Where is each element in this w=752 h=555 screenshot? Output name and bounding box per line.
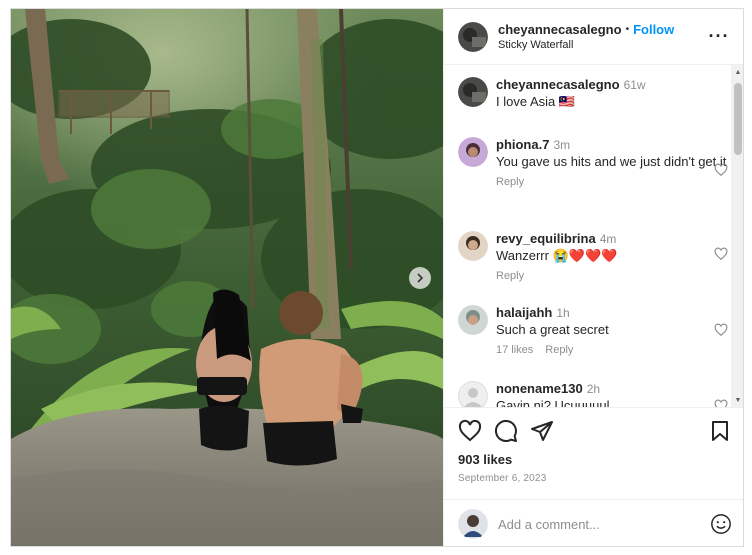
- more-options-icon[interactable]: ···: [707, 26, 731, 47]
- post-date[interactable]: September 6, 2023: [458, 473, 732, 484]
- list-item: revy_equilibrina 4m Wanzerrr 😭❤️❤️❤️ Repl…: [458, 231, 728, 282]
- heart-icon[interactable]: [714, 399, 728, 407]
- chevron-right-icon: [417, 273, 424, 283]
- comment-text: Such a great secret: [496, 322, 609, 337]
- avatar[interactable]: [458, 77, 488, 107]
- avatar[interactable]: [458, 137, 488, 167]
- comment-time[interactable]: 61w: [624, 78, 646, 92]
- reply-button[interactable]: Reply: [545, 344, 573, 356]
- post-location[interactable]: Sticky Waterfall: [498, 39, 707, 51]
- follow-button[interactable]: Follow: [633, 22, 674, 37]
- jungle-couple-image: [11, 9, 443, 546]
- reply-button[interactable]: Reply: [496, 270, 524, 282]
- post-side-panel: cheyannecasalegno • Follow Sticky Waterf…: [443, 9, 743, 546]
- heart-icon[interactable]: [458, 419, 482, 443]
- comment-username[interactable]: halaijahh: [496, 305, 552, 320]
- post-actions: 903 likes September 6, 2023: [444, 407, 743, 499]
- post-photo[interactable]: [11, 9, 443, 546]
- comment-time[interactable]: 3m: [553, 138, 570, 152]
- like-count[interactable]: 903 likes: [458, 452, 732, 467]
- list-item: halaijahh 1h Such a great secret 17 likes…: [458, 305, 728, 356]
- avatar[interactable]: [458, 231, 488, 261]
- heart-icon[interactable]: [714, 323, 728, 337]
- comment-time[interactable]: 1h: [556, 306, 569, 320]
- author-username[interactable]: cheyannecasalegno: [498, 22, 622, 37]
- scroll-up-icon[interactable]: ▲: [731, 65, 743, 79]
- comment-composer: [444, 499, 743, 546]
- comment-username[interactable]: nonename130: [496, 381, 583, 396]
- comments-scrollbar[interactable]: ▲ ▼: [731, 65, 743, 407]
- author-avatar[interactable]: [458, 21, 488, 52]
- comment-username[interactable]: cheyannecasalegno: [496, 77, 620, 92]
- list-item: nonename130 2h Gavin ni? Ucuuuuul: [458, 381, 728, 407]
- list-item: phiona.7 3m You gave us hits and we just …: [458, 137, 728, 188]
- post-dialog: cheyannecasalegno • Follow Sticky Waterf…: [10, 8, 744, 547]
- like-count[interactable]: 17 likes: [496, 344, 533, 356]
- heart-icon[interactable]: [714, 163, 728, 177]
- comment-text: Gavin ni? Ucuuuuul: [496, 398, 610, 407]
- avatar[interactable]: [458, 305, 488, 335]
- comment-username[interactable]: phiona.7: [496, 137, 549, 152]
- scroll-thumb[interactable]: [734, 83, 742, 155]
- separator-dot: •: [625, 24, 630, 35]
- next-photo-button[interactable]: [409, 267, 431, 289]
- comment-time[interactable]: 2h: [587, 382, 600, 396]
- list-item: cheyannecasalegno 61w I love Asia 🇲🇾: [458, 77, 728, 110]
- bookmark-icon[interactable]: [708, 419, 732, 443]
- comment-time[interactable]: 4m: [600, 232, 617, 246]
- comment-text: I love Asia 🇲🇾: [496, 94, 576, 109]
- comments-list[interactable]: cheyannecasalegno 61w I love Asia 🇲🇾 phio…: [444, 65, 743, 407]
- scroll-down-icon[interactable]: ▼: [731, 393, 743, 407]
- add-comment-input[interactable]: [498, 516, 710, 532]
- avatar[interactable]: [458, 381, 488, 407]
- comment-text: You gave us hits and we just didn't get …: [496, 154, 727, 169]
- reply-button[interactable]: Reply: [496, 176, 524, 188]
- avatar: [458, 509, 488, 539]
- post-header: cheyannecasalegno • Follow Sticky Waterf…: [444, 9, 743, 65]
- heart-icon[interactable]: [714, 247, 728, 261]
- comment-username[interactable]: revy_equilibrina: [496, 231, 596, 246]
- emoji-smile-icon[interactable]: [710, 513, 732, 535]
- comment-text: Wanzerrr 😭❤️❤️❤️: [496, 248, 618, 263]
- comment-bubble-icon[interactable]: [494, 419, 518, 443]
- paper-plane-icon[interactable]: [530, 419, 554, 443]
